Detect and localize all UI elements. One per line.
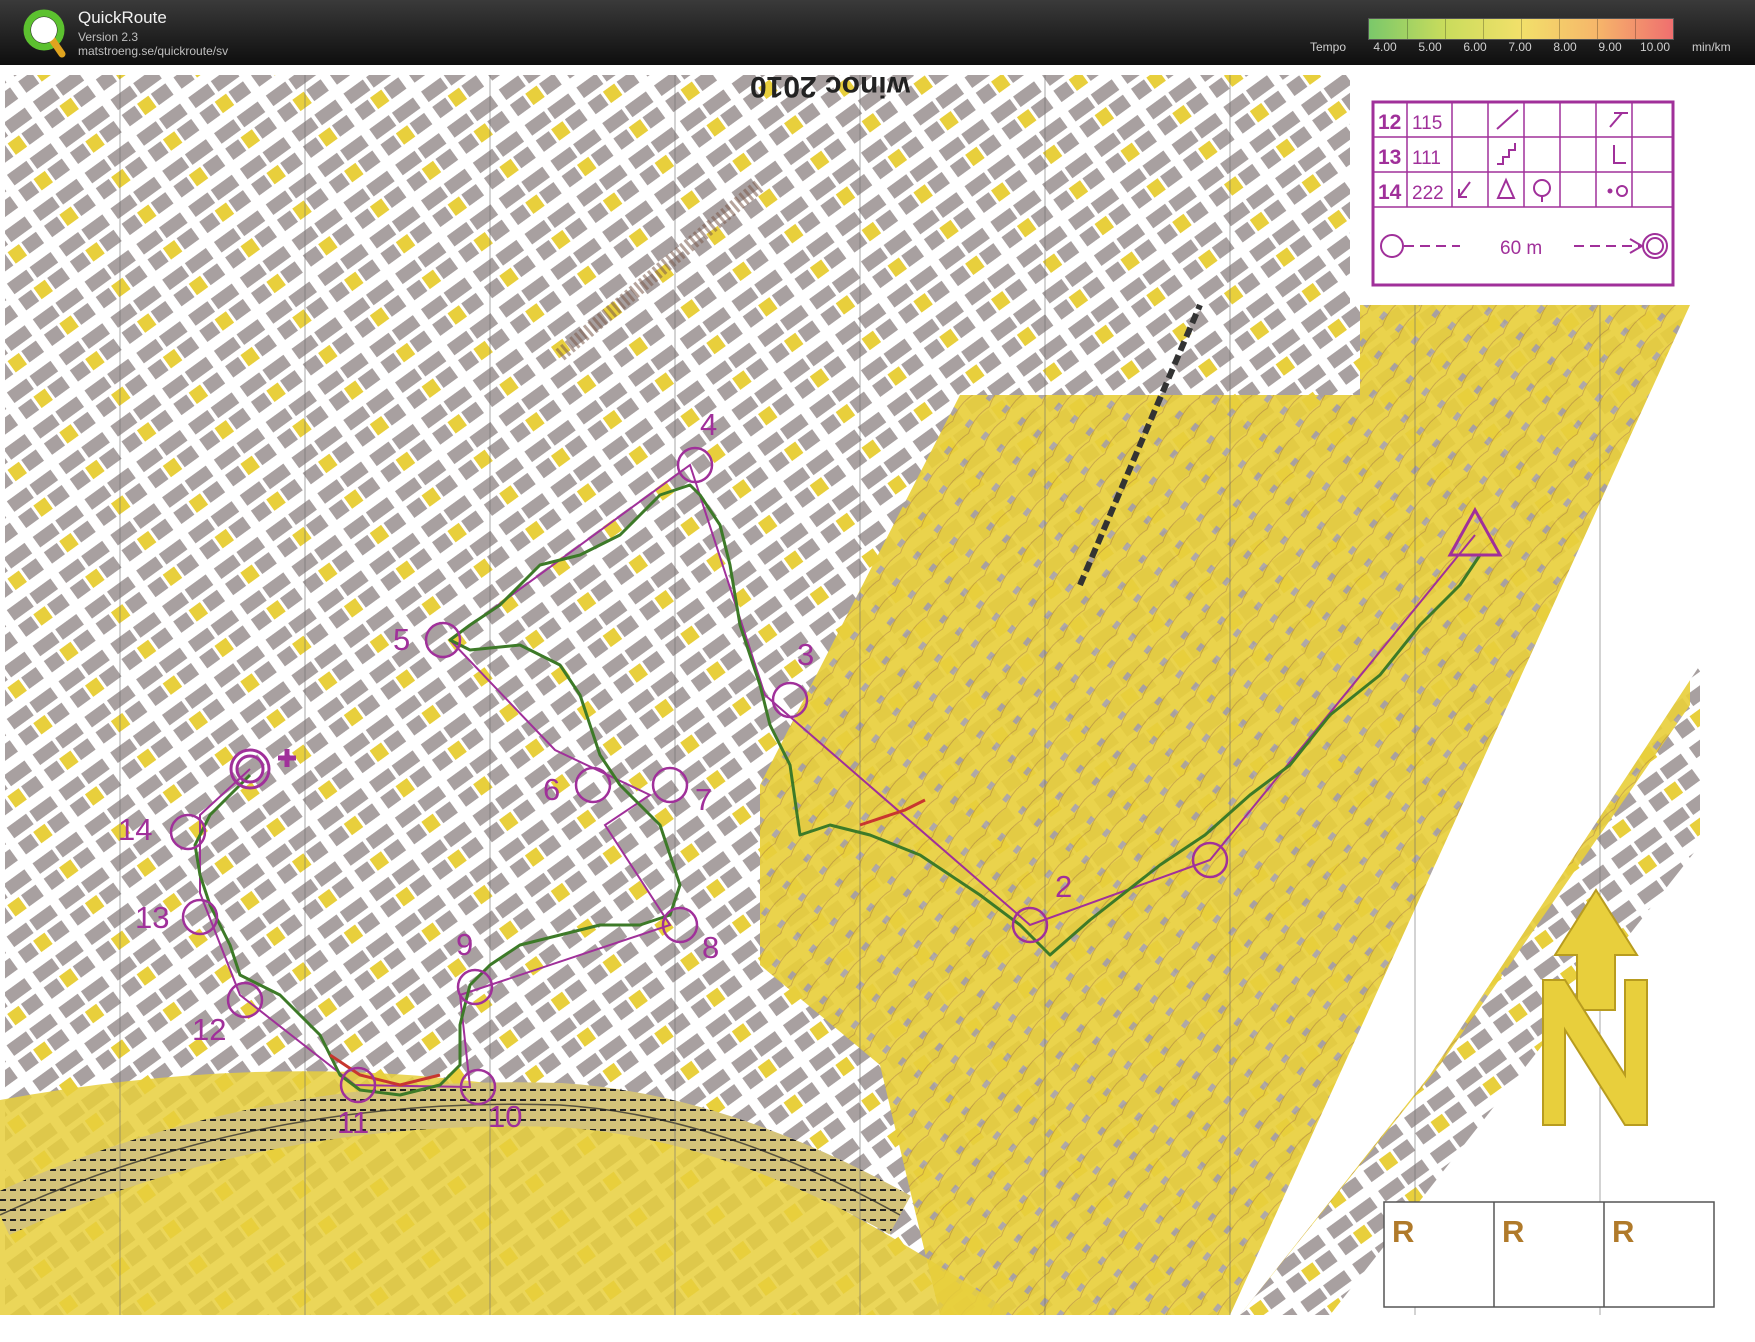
refreshment-label: R (1502, 1214, 1524, 1249)
app-version: Version 2.3 (78, 30, 139, 44)
quickroute-logo-icon (23, 9, 66, 58)
description-number: 14 (1378, 181, 1402, 204)
pace-tick: 5.00 (1418, 40, 1442, 54)
control-label: 11 (337, 1105, 369, 1140)
pace-unit: min/km (1692, 40, 1731, 54)
control-label: 9 (456, 927, 473, 962)
control-label: 7 (695, 782, 712, 817)
pace-color-scale (1368, 18, 1674, 40)
description-code: 222 (1412, 183, 1444, 204)
description-number: 12 (1378, 111, 1401, 134)
finish-distance: 60 m (1500, 238, 1542, 259)
map-canvas[interactable]: winoc 2010 12 115 13 111 14 222 60 m 2 3… (0, 65, 1755, 1342)
pace-legend-title: Tempo (1310, 40, 1347, 54)
pace-tick: 9.00 (1598, 40, 1622, 54)
refreshment-label: R (1612, 1214, 1634, 1249)
pace-tick: 4.00 (1373, 40, 1397, 54)
refreshment-boxes: R R R (1383, 1201, 1715, 1308)
app-header: QuickRoute Version 2.3 matstroeng.se/qui… (0, 0, 1755, 65)
pace-tick: 7.00 (1508, 40, 1532, 54)
pace-tick: 10.00 (1639, 40, 1671, 54)
event-name: winoc 2010 (750, 70, 911, 103)
app-url[interactable]: matstroeng.se/quickroute/sv (78, 44, 228, 58)
control-label: 5 (393, 622, 410, 657)
control-label: 3 (797, 637, 814, 672)
description-code: 111 (1412, 148, 1441, 169)
app-name: QuickRoute (78, 8, 167, 27)
description-code: 115 (1412, 113, 1442, 134)
control-label: 14 (118, 812, 152, 847)
control-label: 10 (488, 1099, 522, 1134)
control-label: 6 (543, 772, 560, 807)
control-description: 12 115 13 111 14 222 60 m (1371, 100, 1675, 287)
pace-tick: 6.00 (1463, 40, 1487, 54)
control-label: 8 (702, 930, 719, 965)
description-number: 13 (1378, 146, 1401, 169)
pace-tick: 8.00 (1553, 40, 1577, 54)
refreshment-label: R (1392, 1214, 1414, 1249)
control-label: 13 (135, 900, 169, 935)
control-label: 12 (192, 1012, 226, 1047)
orienteering-map[interactable]: winoc 2010 12 115 13 111 14 222 60 m 2 3… (0, 65, 1755, 1342)
control-label: 4 (700, 407, 717, 442)
control-label: 2 (1055, 869, 1072, 904)
